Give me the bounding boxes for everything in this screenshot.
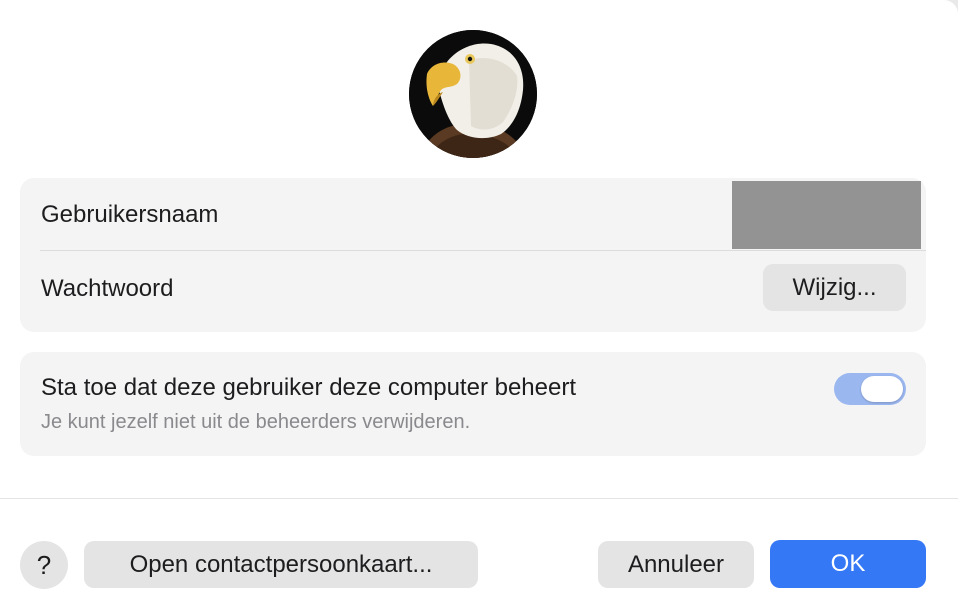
footer-divider xyxy=(0,498,958,499)
row-divider xyxy=(40,250,926,251)
admin-group: Sta toe dat deze gebruiker deze computer… xyxy=(20,352,926,456)
ok-button[interactable]: OK xyxy=(770,540,926,588)
user-details-dialog: Gebruikersnaam Wachtwoord Wijzig... Sta … xyxy=(0,0,958,612)
change-password-button[interactable]: Wijzig... xyxy=(763,264,906,311)
account-group: Gebruikersnaam Wachtwoord Wijzig... xyxy=(20,178,926,332)
cancel-button[interactable]: Annuleer xyxy=(598,541,754,588)
user-avatar[interactable] xyxy=(409,30,537,158)
username-label: Gebruikersnaam xyxy=(41,201,219,228)
admin-label: Sta toe dat deze gebruiker deze computer… xyxy=(41,374,577,401)
admin-toggle[interactable] xyxy=(834,373,906,405)
eagle-icon xyxy=(409,30,537,158)
username-value-redacted xyxy=(732,181,921,249)
password-label: Wachtwoord xyxy=(41,275,174,302)
open-contact-card-button[interactable]: Open contactpersoonkaart... xyxy=(84,541,478,588)
admin-sublabel: Je kunt jezelf niet uit de beheerders ve… xyxy=(41,411,471,433)
toggle-knob xyxy=(861,376,903,402)
help-button[interactable]: ? xyxy=(20,541,68,589)
